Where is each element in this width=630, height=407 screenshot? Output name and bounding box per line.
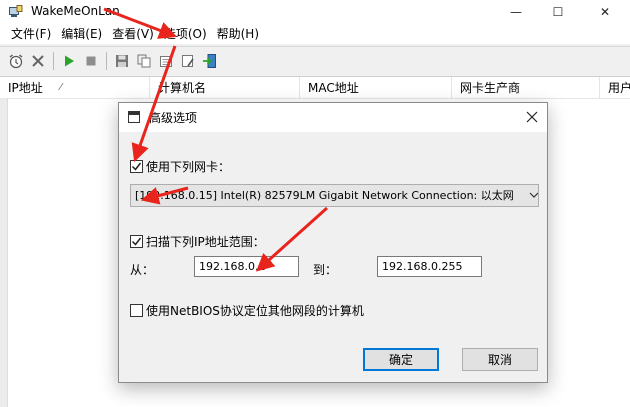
use-adapter-checkbox[interactable]: 使用下列网卡：	[130, 158, 230, 175]
netbios-checkbox[interactable]: 使用NetBIOS协议定位其他网段的计算机	[130, 302, 364, 319]
toolbar-separator	[106, 51, 107, 70]
play-icon[interactable]	[59, 51, 79, 71]
adapter-selected-value: [192.168.0.15] Intel(R) 82579LM Gigabit …	[135, 189, 514, 202]
maximize-icon: ☐	[552, 5, 564, 19]
list-header: IP地址 ⁄ 计算机名 MAC地址 网卡生产商 用户	[0, 77, 630, 99]
alarm-clock-icon[interactable]	[6, 51, 26, 71]
advanced-options-dialog: 高级选项 使用下列网卡： [192.168.0.15] Intel(R) 825…	[118, 102, 548, 383]
menu-options[interactable]: 选项(O)	[159, 24, 212, 44]
from-label: 从：	[130, 263, 155, 277]
app-icon	[9, 5, 23, 17]
menu-edit[interactable]: 编辑(E)	[56, 24, 107, 44]
column-vendor[interactable]: 网卡生产商	[452, 77, 600, 99]
use-adapter-label: 使用下列网卡：	[146, 160, 231, 174]
options-icon[interactable]	[178, 51, 198, 71]
minimize-button[interactable]: —	[493, 0, 539, 24]
copy-icon[interactable]	[134, 51, 154, 71]
column-ip[interactable]: IP地址 ⁄	[0, 77, 150, 99]
dialog-close-button[interactable]	[519, 106, 545, 128]
menu-view[interactable]: 查看(V)	[107, 24, 159, 44]
from-ip-value: 192.168.0.1	[199, 260, 266, 273]
maximize-button[interactable]: ☐	[535, 0, 581, 24]
toolbar	[0, 46, 630, 74]
save-icon[interactable]	[112, 51, 132, 71]
chevron-down-icon	[529, 192, 538, 198]
toolbar-separator	[53, 51, 54, 70]
column-user[interactable]: 用户	[600, 77, 630, 99]
cancel-button[interactable]: 取消	[462, 348, 538, 371]
close-icon	[526, 111, 538, 123]
column-user-label: 用户	[608, 81, 630, 95]
scan-range-checkbox[interactable]: 扫描下列IP地址范围：	[130, 233, 265, 250]
dialog-title-bar: 高级选项	[119, 103, 547, 132]
checkbox-checked-icon	[130, 160, 143, 173]
column-computer-name-label: 计算机名	[158, 81, 207, 95]
sort-indicator-icon: ⁄	[60, 82, 62, 93]
column-mac-label: MAC地址	[308, 81, 359, 95]
list-scroll-edge	[0, 98, 8, 407]
from-ip-input[interactable]: 192.168.0.1	[194, 256, 299, 277]
title-bar: WakeMeOnLan — ☐ ✕	[0, 0, 630, 24]
exit-icon[interactable]	[200, 51, 220, 71]
column-computer-name[interactable]: 计算机名	[150, 77, 300, 99]
to-ip-input[interactable]: 192.168.0.255	[377, 256, 482, 277]
menu-help[interactable]: 帮助(H)	[212, 24, 264, 44]
dialog-window-icon	[128, 111, 140, 123]
ok-button[interactable]: 确定	[363, 348, 439, 371]
close-icon: ✕	[599, 5, 611, 19]
to-ip-value: 192.168.0.255	[382, 260, 463, 273]
ok-label: 确定	[388, 353, 413, 367]
menu-bar: 文件(F) 编辑(E) 查看(V) 选项(O) 帮助(H)	[0, 24, 630, 44]
checkbox-unchecked-icon	[130, 304, 143, 317]
checkbox-checked-icon	[130, 235, 143, 248]
scan-range-label: 扫描下列IP地址范围：	[146, 235, 265, 249]
column-vendor-label: 网卡生产商	[460, 81, 521, 95]
adapter-dropdown[interactable]: [192.168.0.15] Intel(R) 82579LM Gigabit …	[130, 184, 539, 207]
column-ip-label: IP地址	[8, 81, 43, 95]
cancel-label: 取消	[487, 353, 512, 367]
minimize-icon: —	[510, 5, 522, 19]
properties-icon[interactable]	[156, 51, 176, 71]
delete-icon[interactable]	[28, 51, 48, 71]
dialog-title: 高级选项	[149, 111, 198, 125]
menu-file[interactable]: 文件(F)	[6, 24, 56, 44]
stop-icon[interactable]	[81, 51, 101, 71]
window-title: WakeMeOnLan	[31, 4, 120, 18]
netbios-label: 使用NetBIOS协议定位其他网段的计算机	[146, 304, 364, 318]
to-label: 到：	[313, 263, 338, 277]
close-button[interactable]: ✕	[582, 0, 628, 24]
column-mac[interactable]: MAC地址	[300, 77, 452, 99]
